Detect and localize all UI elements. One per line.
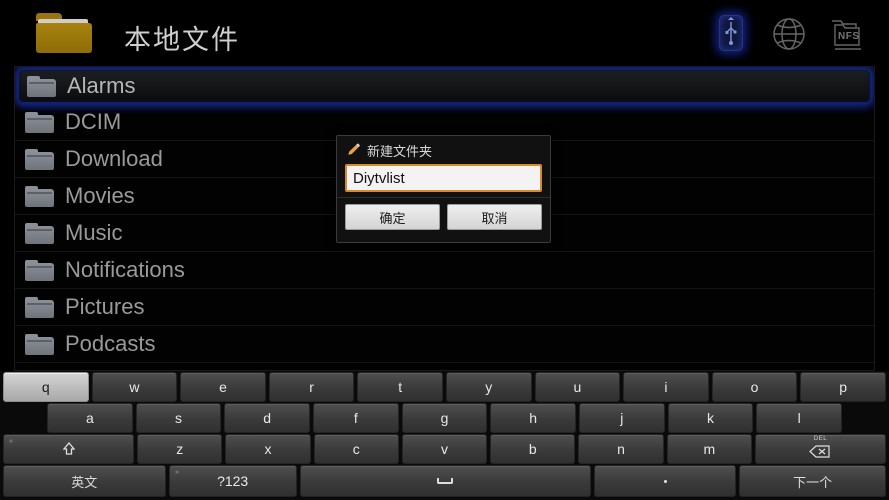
key-shift[interactable] bbox=[3, 434, 135, 464]
key-p[interactable]: p bbox=[800, 372, 886, 402]
key-g[interactable]: g bbox=[401, 403, 488, 433]
key-h[interactable]: h bbox=[490, 403, 577, 433]
new-folder-dialog: 新建文件夹 Diytvlist 确定 取消 bbox=[336, 135, 551, 243]
key-j[interactable]: j bbox=[579, 403, 665, 433]
key-w[interactable]: w bbox=[91, 372, 178, 402]
key-x[interactable]: x bbox=[225, 434, 311, 464]
key-s[interactable]: s bbox=[135, 403, 222, 433]
delete-label: DEL bbox=[813, 436, 828, 442]
key-r[interactable]: r bbox=[268, 372, 355, 402]
key-z[interactable]: z bbox=[137, 434, 223, 464]
header-icon-group: NFS bbox=[711, 10, 867, 58]
period-icon bbox=[663, 479, 667, 483]
keyboard-row-2: asdfghjkl bbox=[0, 403, 889, 433]
folder-icon bbox=[25, 296, 54, 318]
key-period[interactable] bbox=[594, 465, 737, 497]
folder-name-input[interactable]: Diytvlist bbox=[345, 164, 542, 192]
key-symbols[interactable]: ?123 bbox=[168, 465, 297, 497]
dialog-title-bar: 新建文件夹 bbox=[337, 136, 550, 164]
dialog-input-row: Diytvlist bbox=[337, 164, 550, 192]
list-item-label: DCIM bbox=[65, 109, 122, 134]
list-item[interactable]: Podcasts bbox=[15, 326, 874, 363]
key-e[interactable]: e bbox=[180, 372, 266, 402]
key-b[interactable]: b bbox=[490, 434, 576, 464]
key-d[interactable]: d bbox=[224, 403, 311, 433]
key-label: ?123 bbox=[217, 473, 249, 489]
folder-name-value: Diytvlist bbox=[353, 169, 405, 187]
key-i[interactable]: i bbox=[623, 372, 709, 402]
list-item[interactable]: Pictures bbox=[15, 289, 874, 326]
folder-icon bbox=[25, 111, 54, 133]
space-icon bbox=[437, 478, 454, 484]
list-item-label: Music bbox=[65, 220, 123, 245]
list-item-label: Podcasts bbox=[65, 331, 156, 356]
usb-device-icon[interactable] bbox=[711, 11, 751, 57]
key-indicator-dot bbox=[174, 470, 179, 474]
network-globe-icon[interactable] bbox=[769, 11, 809, 57]
cancel-button[interactable]: 取消 bbox=[447, 204, 542, 230]
app-header: 本地文件 NFS bbox=[0, 0, 889, 66]
nfs-label: NFS bbox=[838, 31, 860, 42]
key-v[interactable]: v bbox=[401, 434, 488, 464]
list-item[interactable]: Alarms bbox=[17, 68, 872, 104]
key-q[interactable]: q bbox=[3, 372, 89, 402]
onscreen-keyboard[interactable]: qwertyuiop asdfghjkl z x c v b n m DEL 英文 ?123 下一… bbox=[0, 371, 889, 500]
key-y[interactable]: y bbox=[445, 372, 532, 402]
key-delete[interactable]: DEL bbox=[754, 434, 886, 464]
key-m[interactable]: m bbox=[666, 434, 752, 464]
folder-icon bbox=[25, 222, 54, 244]
folder-icon bbox=[36, 13, 92, 53]
key-a[interactable]: a bbox=[47, 403, 133, 433]
dialog-title: 新建文件夹 bbox=[367, 144, 433, 160]
keyboard-row-4: 英文 ?123 下一个 bbox=[0, 465, 889, 497]
nfs-folder-icon[interactable]: NFS bbox=[827, 11, 867, 57]
shift-arrow-icon bbox=[62, 441, 75, 455]
folder-icon bbox=[25, 148, 54, 170]
folder-icon bbox=[25, 333, 54, 355]
folder-icon bbox=[27, 75, 56, 97]
page-title: 本地文件 bbox=[124, 25, 240, 56]
folder-icon bbox=[25, 259, 54, 281]
key-c[interactable]: c bbox=[313, 434, 399, 464]
key-t[interactable]: t bbox=[357, 372, 443, 402]
list-item-label: Alarms bbox=[67, 73, 136, 98]
list-item-label: Pictures bbox=[65, 294, 145, 319]
confirm-button[interactable]: 确定 bbox=[345, 204, 440, 230]
key-f[interactable]: f bbox=[313, 403, 399, 433]
backspace-icon bbox=[809, 444, 831, 458]
dialog-button-row: 确定 取消 bbox=[337, 197, 550, 230]
list-item-label: Movies bbox=[65, 183, 135, 208]
file-manager-screen: 本地文件 NFS Alarms DCIM Download Movies Mus… bbox=[0, 0, 889, 500]
keyboard-row-3: z x c v b n m DEL bbox=[0, 434, 889, 464]
key-k[interactable]: k bbox=[667, 403, 754, 433]
key-l[interactable]: l bbox=[756, 403, 843, 433]
folder-icon bbox=[25, 185, 54, 207]
key-u[interactable]: u bbox=[534, 372, 621, 402]
keyboard-row-1: qwertyuiop bbox=[0, 372, 889, 402]
key-n[interactable]: n bbox=[578, 434, 664, 464]
key-next[interactable]: 下一个 bbox=[739, 465, 886, 497]
list-item-label: Notifications bbox=[65, 257, 185, 282]
key-o[interactable]: o bbox=[711, 372, 798, 402]
key-space[interactable] bbox=[299, 465, 592, 497]
list-item-label: Download bbox=[65, 146, 163, 171]
key-language[interactable]: 英文 bbox=[3, 465, 166, 497]
list-item[interactable]: Notifications bbox=[15, 252, 874, 289]
pencil-icon bbox=[348, 143, 360, 155]
key-indicator-dot bbox=[9, 439, 13, 443]
